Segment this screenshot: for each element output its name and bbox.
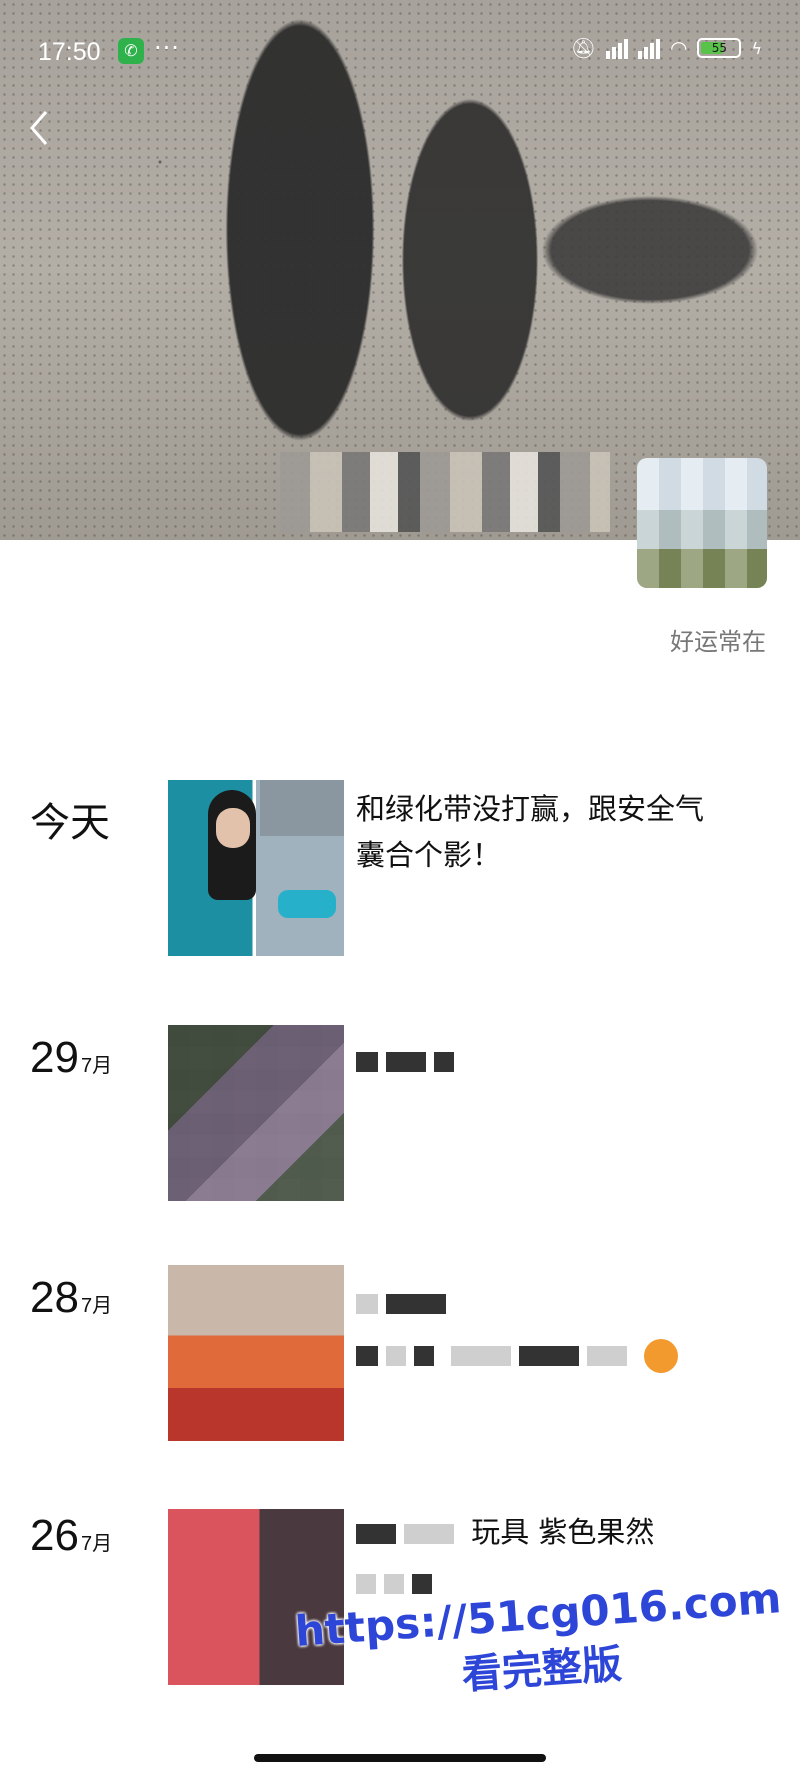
profile-name-redacted [280,452,610,532]
emoji-icon [644,1339,679,1373]
status-bar: 17:50 ✆ ··· 🔕︎ ◠ 55 ϟ [0,30,800,74]
back-chevron-icon[interactable] [26,108,52,148]
signal-icon [605,37,628,59]
entry-day: 26 [30,1511,79,1560]
home-indicator[interactable] [254,1754,546,1762]
status-time: 17:50 [38,38,101,66]
signal-icon-2 [637,37,660,59]
entry-text: 和绿化带没打赢，跟安全气 囊合个影！ [356,786,766,878]
photo-building [260,780,344,836]
entry-day: 29 [30,1033,79,1082]
phone-call-icon: ✆ [118,38,144,64]
entry-text-visible: 玩具 紫色果然 [471,1515,655,1549]
entry-month: 7月 [80,1533,113,1555]
wifi-icon: ◠ [669,36,688,60]
profile-signature: 好运常在 [670,628,766,656]
status-icons: 🔕︎ ◠ 55 ϟ [571,36,762,60]
entry-day: 28 [30,1273,79,1322]
entry-month: 7月 [80,1055,113,1077]
more-notifications-icon: ··· [154,34,180,62]
battery-level: 55 [711,41,728,55]
entry-photo-grid[interactable] [168,1025,344,1201]
entry-text-redacted [356,1279,766,1377]
mute-icon: 🔕︎ [570,36,596,60]
entry-date: 29 7月 [30,1033,112,1083]
photo-car [278,890,336,918]
entry-date: 28 7月 [30,1273,112,1323]
entry-date: 今天 [30,800,110,846]
entry-month: 7月 [80,1295,113,1317]
entry-text-line2: 囊合个影！ [356,838,502,872]
entry-text-redacted [356,1037,766,1083]
avatar[interactable] [637,458,767,588]
entry-text-line1: 和绿化带没打赢，跟安全气 [356,792,705,826]
battery-icon: 55 [697,38,742,58]
entry-date: 26 7月 [30,1511,112,1561]
entry-photo-grid[interactable] [168,780,344,956]
charging-icon: ϟ [751,38,762,58]
entry-photo-grid[interactable] [168,1265,344,1441]
photo-face [216,808,250,848]
